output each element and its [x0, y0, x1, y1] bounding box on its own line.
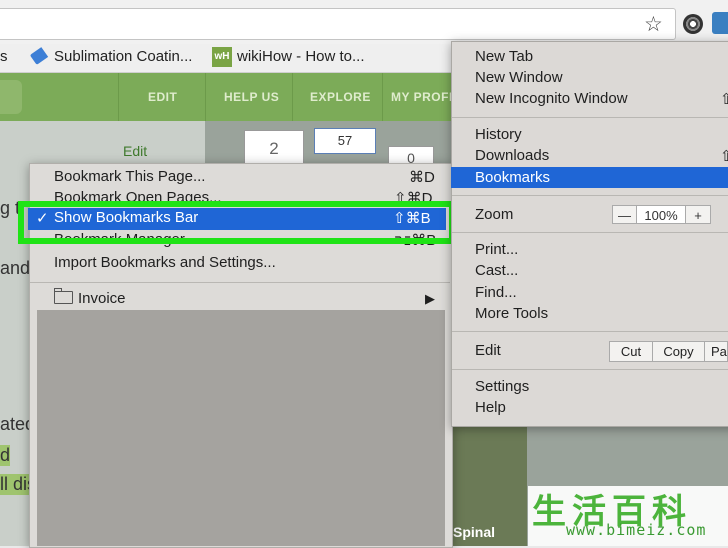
article-text-fragment: and: [0, 258, 31, 278]
menu-item-print[interactable]: Print...: [475, 241, 518, 258]
menu-item-new-window[interactable]: New Window: [475, 69, 563, 86]
nav-divider: [382, 73, 383, 121]
folder-invoice[interactable]: Invoice: [78, 290, 126, 307]
menu-item-new-incognito-window[interactable]: New Incognito Window: [475, 90, 628, 107]
menu-item-bookmark-this-page[interactable]: Bookmark This Page...: [54, 168, 205, 185]
image-caption: Spinal: [453, 524, 496, 540]
nav-explore[interactable]: EXPLORE: [310, 90, 371, 104]
shortcut-label: ⇧: [720, 91, 728, 108]
watermark-url: www.bimeiz.com: [566, 521, 707, 539]
menu-separator: [452, 331, 728, 332]
paste-button[interactable]: Pa: [704, 341, 728, 362]
bookmarks-label: Bookmarks: [475, 169, 551, 186]
menu-item-help[interactable]: Help: [475, 399, 506, 416]
wikihow-favicon-icon: wH: [212, 47, 232, 67]
nav-divider: [292, 73, 293, 121]
article-text-fragment: d: [0, 445, 11, 466]
menu-item-more-tools[interactable]: More Tools: [475, 305, 548, 322]
edit-link[interactable]: Edit: [123, 143, 147, 159]
nav-divider: [205, 73, 206, 121]
zoom-out-button[interactable]: —: [612, 205, 637, 224]
address-bar[interactable]: [0, 8, 676, 40]
menu-item-import-bookmarks[interactable]: Import Bookmarks and Settings...: [54, 254, 276, 271]
menu-separator: [452, 195, 728, 196]
blue-extension-icon[interactable]: [712, 12, 728, 34]
bookmark-item-wikihow[interactable]: wikiHow - How to...: [237, 48, 365, 65]
like-count-box[interactable]: 57: [314, 128, 376, 154]
bookmark-star-icon[interactable]: ☆: [644, 12, 663, 37]
bookmarks-list-area: [37, 310, 445, 546]
menu-item-history[interactable]: History: [475, 126, 522, 143]
show-bookmarks-bar-label: Show Bookmarks Bar: [54, 209, 199, 226]
menu-separator: [452, 117, 728, 118]
menu-item-new-tab[interactable]: New Tab: [475, 48, 533, 65]
nav-edit[interactable]: EDIT: [148, 90, 177, 104]
bookmark-item[interactable]: s: [0, 48, 8, 65]
menu-separator: [30, 282, 450, 283]
film-reel-extension-icon[interactable]: [683, 14, 703, 34]
site-search-box[interactable]: [0, 80, 22, 114]
nav-help-us[interactable]: HELP US: [224, 90, 279, 104]
article-text-fragment: g t: [0, 198, 21, 218]
menu-item-find[interactable]: Find...: [475, 284, 517, 301]
checkmark-icon: ✓: [36, 210, 49, 227]
copy-button[interactable]: Copy: [652, 341, 705, 362]
menu-item-settings[interactable]: Settings: [475, 378, 529, 395]
nav-divider: [118, 73, 119, 121]
shortcut-label: ⌘D: [409, 169, 435, 186]
folder-icon: [54, 291, 73, 304]
shortcut-label: ⇧⌘B: [393, 210, 431, 227]
menu-item-downloads[interactable]: Downloads: [475, 147, 549, 164]
submenu-arrow-icon: ▶: [425, 291, 435, 306]
edit-label: Edit: [475, 342, 501, 359]
shortcut-label: ⇧: [720, 148, 728, 165]
menu-separator: [452, 232, 728, 233]
menu-item-cast[interactable]: Cast...: [475, 262, 518, 279]
zoom-label: Zoom: [475, 206, 514, 223]
bookmark-item-sublimation[interactable]: Sublimation Coatin...: [54, 48, 192, 65]
menu-separator: [452, 369, 728, 370]
cut-button[interactable]: Cut: [609, 341, 653, 362]
zoom-level: 100%: [636, 205, 686, 224]
zoom-in-button[interactable]: +: [685, 205, 711, 224]
